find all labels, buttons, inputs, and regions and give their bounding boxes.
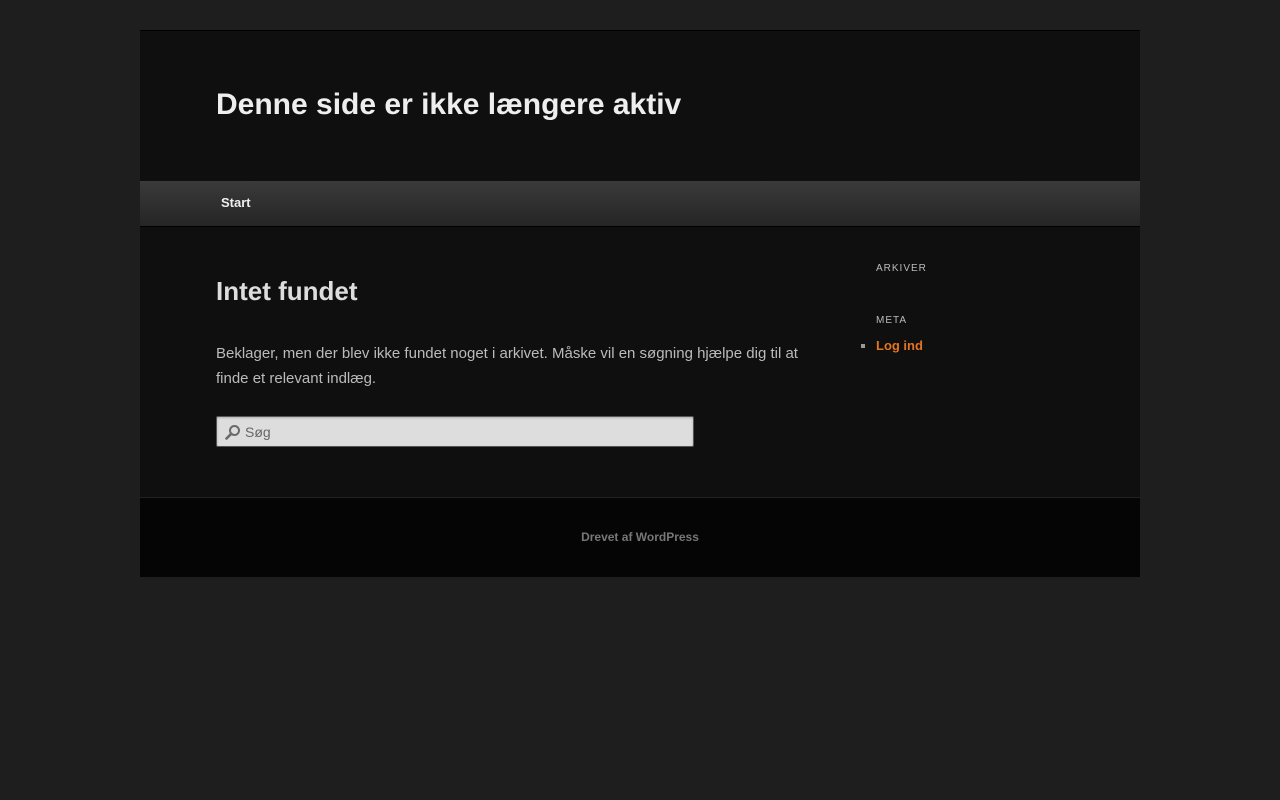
login-link[interactable]: Log ind bbox=[876, 338, 923, 353]
nav-item-start[interactable]: Start bbox=[221, 194, 251, 212]
site-header: Denne side er ikke længere aktiv bbox=[140, 31, 1140, 181]
list-item: Log ind bbox=[861, 337, 923, 355]
main-navigation: Start bbox=[140, 181, 1140, 227]
page-container: Denne side er ikke længere aktiv Start I… bbox=[140, 30, 1140, 577]
widget-title-meta: Meta bbox=[876, 315, 908, 326]
site-footer: Drevet af WordPress bbox=[140, 497, 1140, 577]
not-found-message: Beklager, men der blev ikke fundet noget… bbox=[216, 345, 798, 387]
search-icon bbox=[225, 425, 240, 440]
bullet-icon bbox=[861, 344, 865, 348]
search-input[interactable] bbox=[245, 417, 685, 446]
widget-title-archives: Arkiver bbox=[876, 263, 927, 274]
meta-links-list: Log ind bbox=[861, 337, 923, 355]
main-area: Intet fundet Beklager, men der blev ikke… bbox=[140, 227, 1140, 497]
search-form bbox=[216, 416, 694, 447]
page-title: Intet fundet bbox=[216, 276, 358, 306]
site-title[interactable]: Denne side er ikke længere aktiv bbox=[216, 86, 681, 124]
powered-by-link[interactable]: Drevet af WordPress bbox=[140, 529, 1140, 545]
